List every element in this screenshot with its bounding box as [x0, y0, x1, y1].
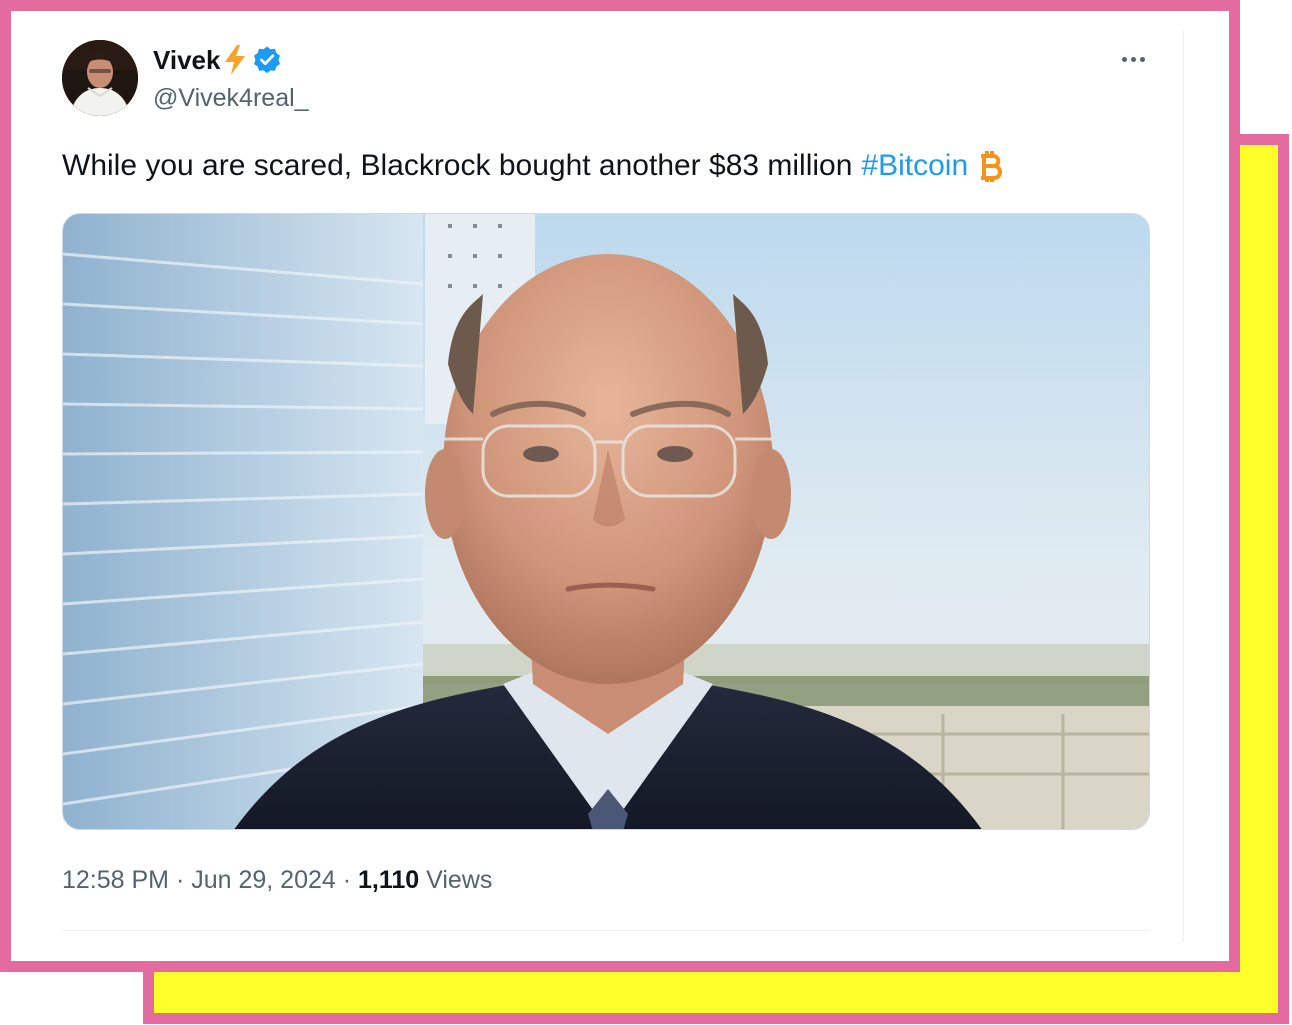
author-display-name[interactable]: Vivek — [153, 45, 220, 76]
author-handle[interactable]: @Vivek4real_ — [153, 84, 309, 113]
stage: Vivek @Vivek4real_ While you are scared,… — [0, 0, 1292, 1025]
tweet-media-photo[interactable] — [62, 213, 1150, 830]
meta-separator: · — [335, 866, 359, 894]
avatar[interactable] — [62, 40, 138, 116]
photo-of-man-in-suit — [63, 214, 1149, 829]
hashtag-link[interactable]: #Bitcoin — [861, 149, 968, 183]
timeline-divider — [1183, 30, 1184, 942]
bitcoin-icon — [976, 148, 1006, 184]
views-label: Views — [426, 866, 493, 894]
tweet-text: While you are scared, Blackrock bought a… — [62, 148, 1006, 184]
lightning-bolt-icon — [222, 44, 248, 76]
tweet-body: While you are scared, Blackrock bought a… — [62, 149, 853, 182]
author-name-row[interactable]: Vivek — [153, 44, 282, 76]
avatar-image — [62, 40, 138, 116]
tweet-timestamp[interactable]: 12:58 PM · Jun 29, 2024 — [62, 866, 336, 894]
views-count: 1,110 — [358, 866, 420, 894]
more-options-icon[interactable] — [1110, 44, 1156, 74]
verified-badge-icon[interactable] — [252, 45, 282, 75]
tweet-metadata: 12:58 PM · Jun 29, 2024 · 1,110 Views — [62, 866, 492, 895]
tweet-divider — [62, 930, 1150, 931]
